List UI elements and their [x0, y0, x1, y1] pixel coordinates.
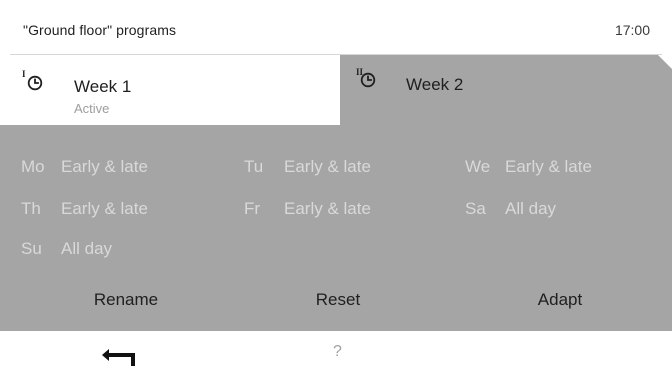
schedule-row-saturday: Sa All day — [465, 199, 556, 219]
week-number-roman: I — [22, 69, 26, 79]
header: "Ground floor" programs 17:00 — [0, 0, 672, 55]
clock-icon — [27, 75, 43, 91]
day-program: Early & late — [61, 157, 148, 176]
programs-screen: "Ground floor" programs 17:00 I Week 1 A… — [0, 0, 672, 378]
tab-week-2[interactable]: II Week 2 — [340, 55, 672, 125]
day-program: Early & late — [61, 199, 148, 218]
schedule-row-wednesday: We Early & late — [465, 157, 592, 177]
schedule-panel: Mo Early & late Tu Early & late We Early & … — [0, 125, 672, 331]
clock-icon — [360, 72, 376, 88]
day-program: Early & late — [284, 157, 371, 176]
day-abbr: Tu — [244, 157, 264, 176]
clock-time: 17:00 — [614, 22, 650, 38]
day-abbr: Su — [21, 239, 42, 258]
schedule-row-thursday: Th Early & late — [21, 199, 148, 219]
footer: ? — [0, 331, 672, 378]
day-abbr: We — [465, 157, 491, 176]
schedule-row-monday: Mo Early & late — [21, 157, 148, 177]
day-program: Early & late — [505, 157, 592, 176]
day-abbr: Fr — [244, 199, 261, 218]
tab-label: Week 2 — [406, 75, 464, 94]
day-abbr: Th — [21, 199, 41, 218]
day-program: Early & late — [284, 199, 371, 218]
tab-week-1[interactable]: I Week 1 Active — [0, 55, 340, 125]
day-program: All day — [505, 199, 557, 218]
schedule-row-friday: Fr Early & late — [244, 199, 371, 219]
day-abbr: Mo — [21, 157, 45, 176]
schedule-row-sunday: Su All day — [21, 239, 112, 259]
tab-label: Week 1 — [74, 77, 132, 96]
tab-status: Active — [74, 101, 110, 116]
page-title: "Ground floor" programs — [23, 22, 177, 38]
back-arrow-icon[interactable] — [101, 348, 135, 366]
reset-button[interactable]: Reset — [258, 290, 418, 310]
schedule-row-tuesday: Tu Early & late — [244, 157, 371, 177]
help-button[interactable]: ? — [333, 343, 342, 361]
day-abbr: Sa — [465, 199, 486, 218]
rename-button[interactable]: Rename — [46, 290, 206, 310]
day-program: All day — [61, 239, 113, 258]
adapt-button[interactable]: Adapt — [480, 290, 640, 310]
